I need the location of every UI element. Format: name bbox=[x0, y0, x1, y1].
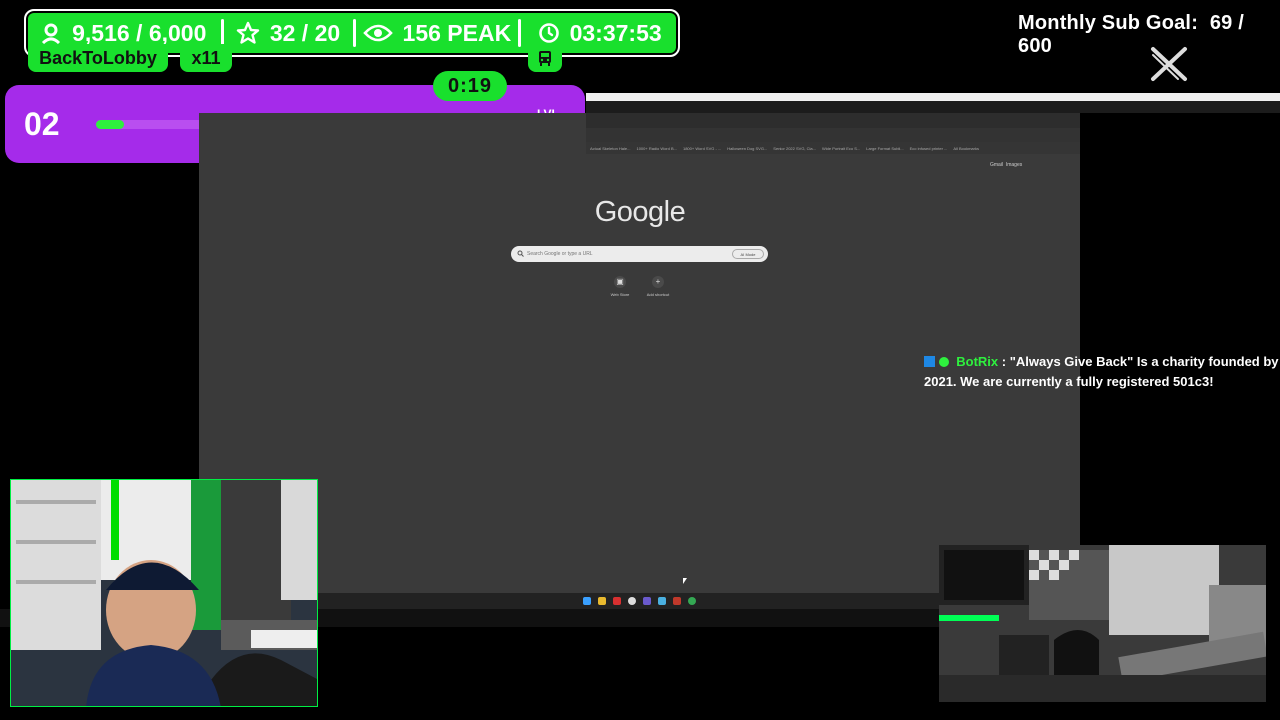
sub-goal-label: Monthly Sub Goal: bbox=[1018, 12, 1199, 34]
app-icon[interactable] bbox=[628, 597, 636, 605]
bot-badge-icon bbox=[924, 356, 935, 367]
multiplier-tag: x11 bbox=[180, 44, 232, 72]
bookmark-item[interactable]: Eco infused printer ... bbox=[910, 146, 948, 151]
shortcut-add[interactable]: + Add shortcut bbox=[646, 276, 670, 297]
peak-viewers-text: 156 PEAK bbox=[402, 19, 512, 46]
os-top-bar bbox=[586, 93, 1280, 101]
browser-title-bar bbox=[586, 101, 1280, 113]
stream-uptime-text: 03:37:53 bbox=[569, 19, 662, 46]
plus-icon: + bbox=[652, 276, 664, 288]
bookmark-item[interactable]: Halloween Dog SVG... bbox=[727, 146, 767, 151]
bookmark-item[interactable]: Actual Skeleton Hale... bbox=[590, 146, 630, 151]
bus-tag bbox=[528, 44, 562, 72]
clock-icon bbox=[538, 23, 559, 43]
webcam-scene bbox=[11, 480, 317, 706]
level-progress-fill bbox=[96, 120, 124, 129]
browser-address-bar[interactable] bbox=[586, 128, 1080, 142]
shortcut-web-store[interactable]: ▣ Web Store bbox=[608, 276, 632, 297]
windows-start-icon[interactable] bbox=[583, 597, 591, 605]
star-count-text: 32 / 20 bbox=[269, 19, 341, 46]
google-logo: Google bbox=[594, 196, 686, 228]
ai-mode-button[interactable]: AI Mode bbox=[732, 249, 764, 259]
room-camera bbox=[939, 545, 1266, 702]
bookmark-item[interactable]: Wide Portrait Eco S... bbox=[822, 146, 860, 151]
monthly-sub-goal: Monthly Sub Goal: 69 / 600 bbox=[1018, 12, 1280, 58]
search-icon bbox=[517, 250, 524, 257]
bookmark-item[interactable]: 1800+ Word SVG - ... bbox=[683, 146, 721, 151]
streamer-webcam bbox=[10, 479, 318, 707]
browser-tab-strip[interactable] bbox=[586, 113, 1080, 128]
star-count: 32 / 20 bbox=[224, 11, 353, 55]
mouse-cursor-icon bbox=[683, 578, 687, 584]
user-icon bbox=[42, 23, 61, 44]
bus-icon bbox=[539, 51, 551, 66]
shortcut-label: Web Store bbox=[610, 292, 630, 297]
chat-text: : "Always Give Back" Is a charity founde… bbox=[1001, 354, 1280, 369]
peak-viewers: 156 PEAK bbox=[356, 11, 519, 55]
shortcut-label: Add shortcut bbox=[646, 292, 670, 297]
bookmark-item[interactable]: Senior 2022 SVG, Cla... bbox=[773, 146, 816, 151]
app-icon[interactable] bbox=[673, 597, 681, 605]
current-level: 02 bbox=[24, 106, 60, 142]
file-explorer-icon[interactable] bbox=[598, 597, 606, 605]
web-store-icon: ▣ bbox=[614, 276, 626, 288]
app-icon[interactable] bbox=[643, 597, 651, 605]
gmail-link[interactable]: Gmail bbox=[990, 162, 1003, 168]
level-timer: 0:19 bbox=[433, 71, 507, 101]
subscriber-count-text: 9,516 / 6,000 bbox=[72, 19, 207, 46]
eye-icon bbox=[362, 24, 393, 42]
back-to-lobby-tag: BackToLobby bbox=[28, 44, 168, 72]
bookmarks-bar: Actual Skeleton Hale... 1000+ Radio Word… bbox=[586, 142, 1080, 154]
images-link[interactable]: Images bbox=[1006, 162, 1022, 168]
all-bookmarks[interactable]: All Bookmarks bbox=[953, 146, 979, 151]
google-search-box[interactable] bbox=[511, 246, 768, 262]
google-top-links: Gmail Images bbox=[990, 162, 1022, 168]
bookmark-item[interactable]: 1000+ Radio Word B... bbox=[636, 146, 677, 151]
x-logo-icon bbox=[1151, 47, 1187, 81]
app-icon[interactable] bbox=[613, 597, 621, 605]
room-scene bbox=[939, 545, 1266, 702]
verified-icon bbox=[938, 357, 949, 367]
app-icon[interactable] bbox=[658, 597, 666, 605]
chat-message: BotRix : "Always Give Back" Is a charity… bbox=[924, 352, 1280, 392]
chat-text-line2: 2021. We are currently a fully registere… bbox=[924, 374, 1214, 389]
chrome-icon[interactable] bbox=[688, 597, 696, 605]
chat-username: BotRix bbox=[956, 354, 999, 369]
search-input[interactable] bbox=[527, 249, 677, 259]
bookmark-item[interactable]: Large Format Subli... bbox=[866, 146, 903, 151]
star-icon bbox=[236, 21, 260, 44]
